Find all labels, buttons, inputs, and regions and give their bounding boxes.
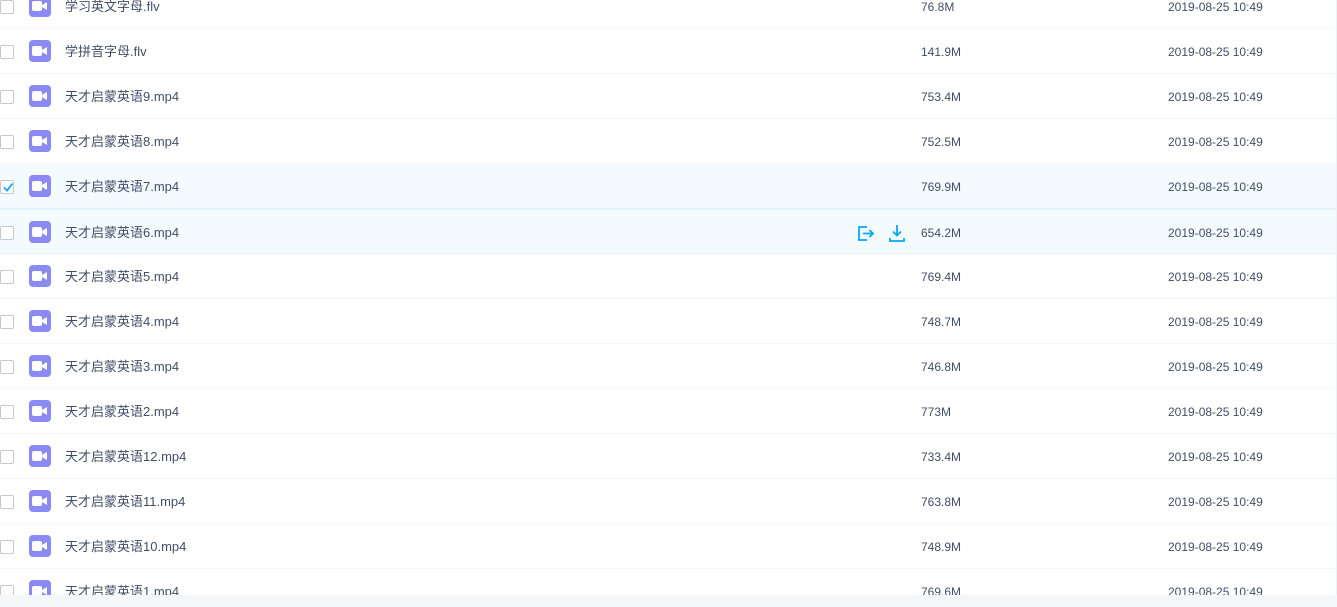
file-name[interactable]: 天才启蒙英语11.mp4	[65, 494, 185, 510]
file-name[interactable]: 天才启蒙英语1.mp4	[65, 584, 179, 595]
file-modified-date: 2019-08-25 10:49	[1168, 90, 1263, 104]
row-checkbox[interactable]	[0, 405, 14, 419]
video-file-icon	[29, 310, 51, 332]
video-file-icon	[29, 490, 51, 512]
file-row[interactable]: 天才启蒙英语2.mp4 773M 2019-08-25 10:49	[0, 389, 1337, 434]
row-checkbox[interactable]	[0, 135, 14, 149]
file-size: 748.7M	[921, 315, 962, 329]
file-row[interactable]: 天才启蒙英语11.mp4 763.8M 2019-08-25 10:49	[0, 479, 1337, 524]
row-checkbox[interactable]	[0, 270, 14, 284]
file-row[interactable]: 天才启蒙英语7.mp4 769.9M 2019-08-25 10:49	[0, 164, 1337, 209]
download-icon[interactable]	[887, 223, 907, 243]
row-checkbox[interactable]	[0, 495, 14, 509]
file-size: 733.4M	[921, 450, 962, 464]
file-modified-date: 2019-08-25 10:49	[1168, 405, 1263, 419]
video-file-icon	[29, 265, 51, 287]
file-row[interactable]: 天才启蒙英语5.mp4 769.4M 2019-08-25 10:49	[0, 254, 1337, 299]
video-file-icon	[29, 535, 51, 557]
file-name[interactable]: 天才启蒙英语10.mp4	[65, 539, 186, 555]
file-modified-date: 2019-08-25 10:49	[1168, 315, 1263, 329]
checkmark-icon	[3, 182, 14, 192]
file-name[interactable]: 天才启蒙英语7.mp4	[65, 179, 179, 195]
file-size: 769.6M	[921, 585, 962, 595]
file-modified-date: 2019-08-25 10:49	[1168, 270, 1263, 284]
file-row[interactable]: 天才启蒙英语12.mp4 733.4M 2019-08-25 10:49	[0, 434, 1337, 479]
video-file-icon	[29, 130, 51, 152]
file-name[interactable]: 学拼音字母.flv	[65, 44, 147, 60]
row-checkbox[interactable]	[0, 180, 14, 194]
share-icon[interactable]	[855, 223, 875, 243]
row-checkbox[interactable]	[0, 450, 14, 464]
file-row[interactable]: 天才启蒙英语10.mp4 748.9M 2019-08-25 10:49	[0, 524, 1337, 569]
file-size: 76.8M	[921, 0, 955, 14]
file-size: 654.2M	[921, 226, 962, 240]
video-file-icon	[29, 445, 51, 467]
file-name[interactable]: 天才启蒙英语4.mp4	[65, 314, 179, 330]
file-modified-date: 2019-08-25 10:49	[1168, 450, 1263, 464]
file-size: 141.9M	[921, 45, 962, 59]
row-checkbox[interactable]	[0, 360, 14, 374]
file-modified-date: 2019-08-25 10:49	[1168, 180, 1263, 194]
file-name[interactable]: 学习英文字母.flv	[65, 0, 160, 15]
video-file-icon	[29, 221, 51, 243]
file-size: 748.9M	[921, 540, 962, 554]
file-row[interactable]: 天才启蒙英语4.mp4 748.7M 2019-08-25 10:49	[0, 299, 1337, 344]
video-file-icon	[29, 175, 51, 197]
file-modified-date: 2019-08-25 10:49	[1168, 45, 1263, 59]
row-checkbox[interactable]	[0, 585, 14, 595]
video-file-icon	[29, 400, 51, 422]
file-size: 752.5M	[921, 135, 962, 149]
file-row[interactable]: 天才启蒙英语1.mp4 769.6M 2019-08-25 10:49	[0, 569, 1337, 595]
file-row[interactable]: 天才启蒙英语3.mp4 746.8M 2019-08-25 10:49	[0, 344, 1337, 389]
file-modified-date: 2019-08-25 10:49	[1168, 360, 1263, 374]
file-modified-date: 2019-08-25 10:49	[1168, 585, 1263, 595]
file-name[interactable]: 天才启蒙英语12.mp4	[65, 449, 186, 465]
file-modified-date: 2019-08-25 10:49	[1168, 0, 1263, 14]
file-size: 746.8M	[921, 360, 962, 374]
row-checkbox[interactable]	[0, 0, 14, 14]
video-file-icon	[29, 355, 51, 377]
file-name[interactable]: 天才启蒙英语3.mp4	[65, 359, 179, 375]
file-list: 学习英文字母.flv 76.8M 2019-08-25 10:49 学拼音字母.…	[0, 0, 1337, 595]
video-file-icon	[29, 0, 51, 17]
file-row[interactable]: 学拼音字母.flv 141.9M 2019-08-25 10:49	[0, 29, 1337, 74]
row-checkbox[interactable]	[0, 315, 14, 329]
file-size: 769.4M	[921, 270, 962, 284]
file-size: 769.9M	[921, 180, 962, 194]
file-name[interactable]: 天才启蒙英语2.mp4	[65, 404, 179, 420]
row-checkbox[interactable]	[0, 540, 14, 554]
row-checkbox[interactable]	[0, 226, 14, 240]
file-modified-date: 2019-08-25 10:49	[1168, 226, 1263, 240]
file-row[interactable]: 天才启蒙英语8.mp4 752.5M 2019-08-25 10:49	[0, 119, 1337, 164]
file-name[interactable]: 天才启蒙英语6.mp4	[65, 225, 179, 241]
file-modified-date: 2019-08-25 10:49	[1168, 135, 1263, 149]
file-name[interactable]: 天才启蒙英语9.mp4	[65, 89, 179, 105]
video-file-icon	[29, 40, 51, 62]
row-checkbox[interactable]	[0, 45, 14, 59]
row-checkbox[interactable]	[0, 90, 14, 104]
video-file-icon	[29, 580, 51, 595]
file-modified-date: 2019-08-25 10:49	[1168, 540, 1263, 554]
file-size: 773M	[921, 405, 952, 419]
video-file-icon	[29, 85, 51, 107]
file-row[interactable]: 学习英文字母.flv 76.8M 2019-08-25 10:49	[0, 0, 1337, 29]
horizontal-scrollbar[interactable]	[0, 595, 1337, 607]
file-row[interactable]: 天才启蒙英语6.mp4 654.2M 2019-08-25 10:49	[0, 209, 1337, 254]
file-modified-date: 2019-08-25 10:49	[1168, 495, 1263, 509]
file-name[interactable]: 天才启蒙英语8.mp4	[65, 134, 179, 150]
file-row[interactable]: 天才启蒙英语9.mp4 753.4M 2019-08-25 10:49	[0, 74, 1337, 119]
file-name[interactable]: 天才启蒙英语5.mp4	[65, 269, 179, 285]
file-list-viewport: 学习英文字母.flv 76.8M 2019-08-25 10:49 学拼音字母.…	[0, 0, 1337, 595]
file-size: 753.4M	[921, 90, 962, 104]
file-size: 763.8M	[921, 495, 962, 509]
